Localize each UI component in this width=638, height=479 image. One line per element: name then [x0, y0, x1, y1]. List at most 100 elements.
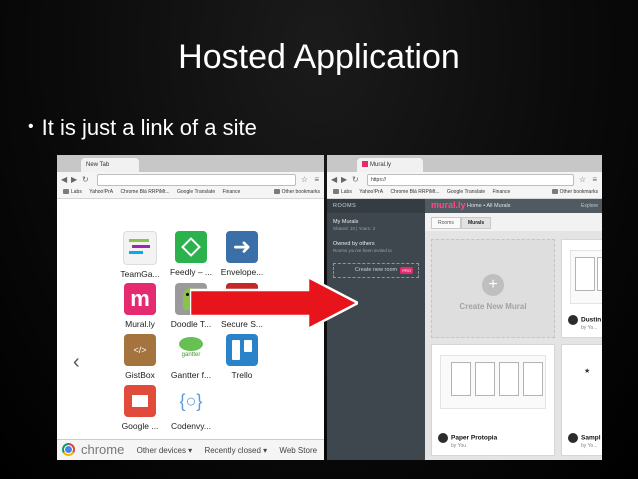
- other-devices-link[interactable]: Other devices: [137, 446, 186, 455]
- mural-thumbnail: [570, 250, 602, 304]
- bookmark-item[interactable]: Finance: [223, 187, 241, 198]
- owned-by-others-subtitle: Rooms you've been invited to: [333, 248, 392, 253]
- tab-strip: New Tab: [57, 155, 324, 173]
- star-icon[interactable]: ☆: [301, 175, 308, 184]
- forward-icon[interactable]: ▶: [341, 175, 347, 184]
- bookmark-item[interactable]: Yahoo!PrA: [359, 187, 383, 198]
- envelope-icon: ➜: [226, 231, 258, 263]
- tab-rooms[interactable]: Rooms: [431, 217, 461, 229]
- recently-closed-link[interactable]: Recently closed: [204, 446, 260, 455]
- app-envelope[interactable]: ➜ Envelope...: [217, 231, 267, 277]
- other-bookmarks[interactable]: Other bookmarks: [273, 187, 320, 198]
- mural-owner: Dustin by Yo...: [568, 315, 601, 331]
- bookmark-item[interactable]: Labs: [333, 187, 352, 198]
- sidebar-item-owned-by-others[interactable]: Owned by others: [327, 241, 425, 247]
- bookmark-item[interactable]: Chrome Blá RRPiMt...: [390, 187, 439, 198]
- mural-card[interactable]: Paper Protopia by You: [431, 344, 555, 456]
- app-google-slides[interactable]: Google ...: [115, 385, 165, 431]
- back-icon[interactable]: ◀: [331, 175, 337, 184]
- mural-card[interactable]: Dustin by Yo...: [561, 239, 602, 338]
- app-gistbox[interactable]: </> GistBox: [115, 334, 165, 380]
- tab-strip: Mural.ly: [327, 155, 602, 173]
- murals-grid: + Create New Mural Dustin by Yo... Paper …: [425, 231, 602, 460]
- bookmark-item[interactable]: Chrome Blá RRPiMt...: [120, 187, 169, 198]
- menu-icon[interactable]: ≡: [592, 175, 597, 184]
- star-icon: ★: [584, 368, 591, 375]
- breadcrumb[interactable]: Home • All Murals: [467, 203, 511, 209]
- right-browser-window: Mural.ly ◀ ▶ ↻ https:// ☆ ≡ Labs Yahoo!P…: [327, 155, 602, 460]
- other-bookmarks[interactable]: Other bookmarks: [551, 187, 598, 198]
- tab-title: New Tab: [86, 162, 110, 168]
- tab-murals[interactable]: Murals: [461, 217, 492, 229]
- chevron-down-icon: ▾: [185, 446, 193, 455]
- avatar: [568, 433, 578, 443]
- explore-link[interactable]: Explore: [581, 203, 598, 209]
- right-arrow-icon: [190, 277, 358, 329]
- app-teamgantt[interactable]: TeamGa...: [115, 231, 165, 279]
- omnibox-input[interactable]: https://: [367, 174, 574, 186]
- web-store-link[interactable]: Web Store: [279, 446, 317, 455]
- trello-icon: [226, 334, 258, 366]
- tab-title: Mural.ly: [370, 162, 392, 168]
- bookmark-item[interactable]: Finance: [493, 187, 511, 198]
- bookmark-item[interactable]: Google Translate: [177, 187, 215, 198]
- muralty-logo[interactable]: mural.ly: [431, 200, 466, 210]
- avatar: [438, 433, 448, 443]
- app-feedly[interactable]: Feedly – ...: [166, 231, 216, 277]
- forward-icon[interactable]: ▶: [71, 175, 77, 184]
- chrome-wordmark: chrome: [81, 442, 125, 457]
- chevron-down-icon: ▾: [260, 446, 268, 455]
- mural-owner: Sampl by Yo...: [568, 433, 601, 449]
- omnibox-input[interactable]: [97, 174, 296, 186]
- create-new-mural-card[interactable]: + Create New Mural: [431, 239, 555, 338]
- feedly-icon: [175, 231, 207, 263]
- bullet-dot-icon: •: [28, 118, 34, 135]
- rooms-sidebar: ROOMS My Murals Shared: 10 | Yours: 3 Ow…: [327, 199, 425, 460]
- plus-icon: +: [482, 274, 504, 296]
- view-tabs: Rooms Murals: [425, 213, 602, 232]
- bookmarks-bar: Labs Yahoo!PrA Chrome Blá RRPiMt... Goog…: [57, 187, 324, 199]
- muralty-favicon-icon: [362, 161, 368, 167]
- pro-badge: PRO: [400, 267, 413, 274]
- bookmark-item[interactable]: Labs: [63, 187, 82, 198]
- reload-icon[interactable]: ↻: [352, 175, 359, 184]
- sidebar-item-my-murals[interactable]: My Murals: [327, 219, 425, 225]
- google-slides-icon: [124, 385, 156, 417]
- bookmark-item[interactable]: Google Translate: [447, 187, 485, 198]
- menu-icon[interactable]: ≡: [314, 175, 319, 184]
- bookmark-item[interactable]: Yahoo!PrA: [89, 187, 113, 198]
- star-icon[interactable]: ☆: [579, 175, 586, 184]
- app-muralty[interactable]: m Mural.ly: [115, 283, 165, 329]
- browser-tab[interactable]: New Tab: [81, 158, 139, 172]
- gantter-icon: gantter: [175, 334, 207, 366]
- muralty-icon: m: [124, 283, 156, 315]
- slide-title: Hosted Application: [178, 38, 460, 76]
- create-room-button[interactable]: Create new room PRO: [333, 263, 419, 278]
- browser-tab[interactable]: Mural.ly: [357, 158, 423, 172]
- slide: Hosted Application • It is just a link of…: [0, 0, 638, 479]
- folder-icon: [551, 189, 558, 194]
- app-gantter[interactable]: gantter Gantter f...: [166, 334, 216, 380]
- bullet-text: It is just a link of a site: [41, 115, 257, 140]
- mural-card[interactable]: ★ Sampl by Yo...: [561, 344, 602, 456]
- reload-icon[interactable]: ↻: [82, 175, 89, 184]
- rooms-header: ROOMS: [327, 199, 425, 213]
- gistbox-icon: </>: [124, 334, 156, 366]
- my-murals-subtitle: Shared: 10 | Yours: 3: [333, 226, 375, 231]
- codenvy-icon: {○}: [175, 385, 207, 417]
- avatar: [568, 315, 578, 325]
- folder-icon: [333, 189, 339, 194]
- folder-icon: [63, 189, 69, 194]
- back-icon[interactable]: ◀: [61, 175, 67, 184]
- teamgantt-icon: [123, 231, 157, 265]
- address-bar: ◀ ▶ ↻ https:// ☆ ≡: [327, 172, 602, 188]
- app-codenvy[interactable]: {○} Codenvy...: [166, 385, 216, 431]
- app-trello[interactable]: Trello: [217, 334, 267, 380]
- address-bar: ◀ ▶ ↻ ☆ ≡: [57, 172, 324, 188]
- bullet-point: • It is just a link of a site: [28, 115, 257, 141]
- mural-owner: Paper Protopia by You: [438, 433, 497, 449]
- top-nav: mural.ly Home • All Murals Explore: [425, 199, 602, 213]
- previous-page-icon[interactable]: ‹: [73, 351, 80, 374]
- create-new-mural-label: Create New Mural: [459, 302, 527, 311]
- mural-thumbnail: [440, 355, 546, 409]
